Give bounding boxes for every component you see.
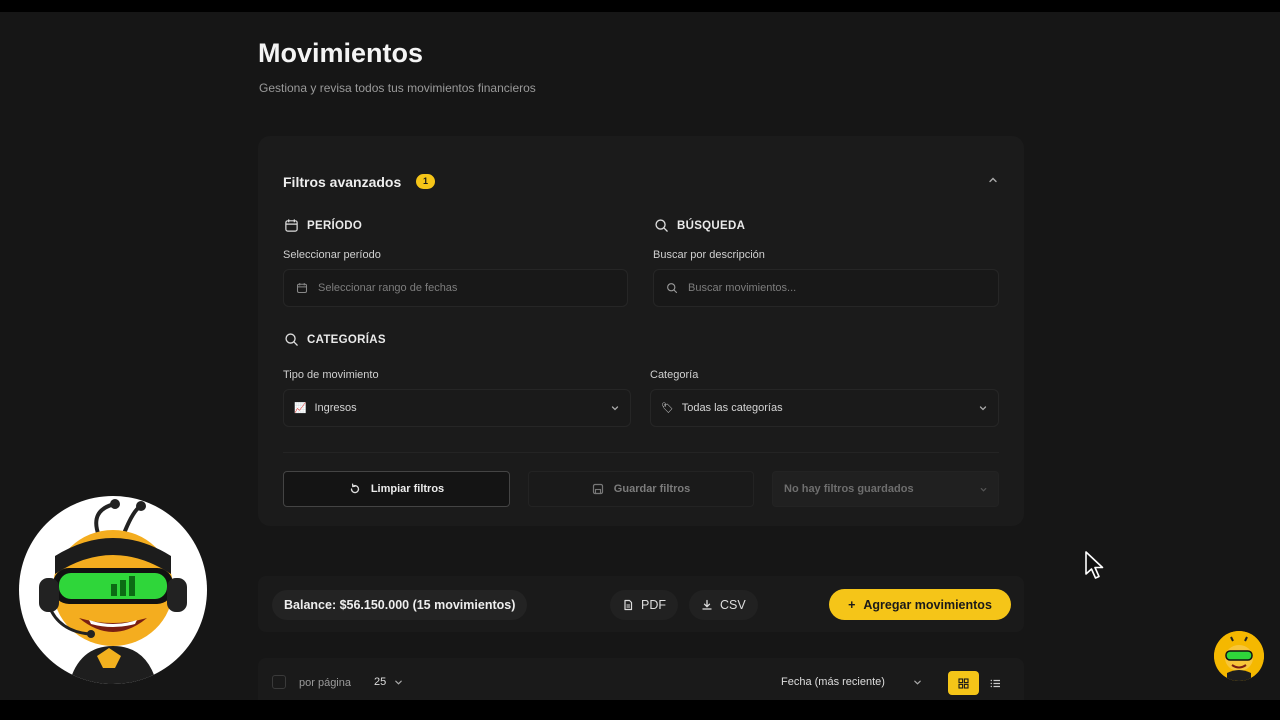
grid-view-button[interactable]	[948, 671, 979, 695]
movement-type-label: Tipo de movimiento	[283, 369, 379, 381]
clear-filters-label: Limpiar filtros	[370, 483, 445, 495]
period-section-heading: PERÍODO	[284, 218, 362, 233]
refresh-icon	[350, 483, 359, 494]
pdf-label: PDF	[641, 598, 666, 612]
per-page-label: por página	[299, 677, 351, 689]
search-icon	[667, 283, 678, 294]
category-select[interactable]: 🏷 Todas las categorías	[650, 389, 999, 427]
chart-increasing-icon: 📈	[294, 402, 307, 414]
download-icon	[702, 599, 712, 610]
chatbot-button[interactable]	[1214, 631, 1264, 681]
bee-mascot-icon	[39, 499, 187, 684]
chevron-down-icon	[611, 406, 619, 411]
period-heading-text: PERÍODO	[307, 219, 363, 232]
file-icon	[624, 599, 633, 611]
bee-mascot-avatar	[19, 496, 207, 684]
movement-type-select[interactable]: 📈 Ingresos	[283, 389, 631, 427]
save-filters-label: Guardar filtros	[613, 483, 691, 495]
select-all-checkbox[interactable]	[272, 675, 286, 689]
category-value: Todas las categorías	[681, 402, 783, 414]
app-window: Movimientos Gestiona y revisa todos tus …	[0, 12, 1280, 700]
search-icon	[655, 219, 668, 232]
bee-bot-icon	[1214, 631, 1264, 681]
list-icon	[990, 679, 1000, 687]
save-icon	[592, 483, 603, 495]
grid-icon	[958, 677, 969, 689]
label-tag-icon: 🏷	[661, 402, 674, 414]
save-filters-button[interactable]: Guardar filtros	[528, 471, 754, 507]
mouse-cursor-icon	[1085, 551, 1104, 579]
search-input[interactable]: Buscar movimientos...	[653, 269, 999, 307]
add-movement-label: Agregar movimientos	[863, 597, 992, 612]
search-placeholder: Buscar movimientos...	[688, 282, 797, 294]
chevron-down-icon	[979, 406, 987, 411]
chevron-down-icon	[914, 680, 921, 685]
chevron-down-icon	[980, 488, 987, 492]
date-range-placeholder: Seleccionar rango de fechas	[318, 282, 458, 294]
filters-title: Filtros avanzados	[283, 174, 402, 190]
page-title: Movimientos	[258, 38, 424, 68]
saved-filters-placeholder: No hay filtros guardados	[784, 483, 914, 495]
list-controls-bar: por página 25 Fecha (más reciente)	[258, 658, 1024, 700]
per-page-value: 25	[374, 676, 387, 688]
period-label: Seleccionar período	[283, 249, 381, 261]
search-icon	[285, 333, 298, 346]
sort-select[interactable]: Fecha (más reciente)	[781, 676, 922, 688]
chevron-down-icon	[395, 680, 403, 685]
categories-heading-text: CATEGORÍAS	[307, 333, 386, 346]
categories-section-heading: CATEGORÍAS	[284, 332, 386, 347]
csv-label: CSV	[720, 598, 746, 612]
advanced-filters-panel: Filtros avanzados 1 PERÍODO Seleccionar …	[258, 136, 1024, 526]
category-label: Categoría	[650, 369, 699, 381]
list-view-button[interactable]	[985, 671, 1005, 695]
saved-filters-select[interactable]: No hay filtros guardados	[772, 471, 999, 507]
calendar-icon	[285, 219, 298, 232]
add-movement-button[interactable]: + Agregar movimientos	[829, 589, 1011, 620]
search-section-heading: BÚSQUEDA	[654, 218, 745, 233]
calendar-icon	[296, 283, 308, 294]
filters-count-badge: 1	[416, 174, 435, 189]
movements-toolbar: Balance: $56.150.000 (15 movimientos) PD…	[258, 576, 1024, 632]
sort-value: Fecha (más reciente)	[781, 676, 885, 688]
chevron-up-icon[interactable]	[987, 174, 999, 186]
date-range-input[interactable]: Seleccionar rango de fechas	[283, 269, 628, 307]
export-pdf-button[interactable]: PDF	[610, 590, 678, 620]
filters-divider	[283, 452, 999, 453]
clear-filters-button[interactable]: Limpiar filtros	[283, 471, 510, 507]
page-subtitle: Gestiona y revisa todos tus movimientos …	[259, 81, 536, 95]
search-label: Buscar por descripción	[653, 249, 765, 261]
movement-type-value: Ingresos	[314, 402, 357, 414]
per-page-select[interactable]: 25	[374, 676, 403, 688]
plus-icon: +	[848, 597, 856, 612]
export-csv-button[interactable]: CSV	[689, 590, 758, 620]
search-heading-text: BÚSQUEDA	[677, 219, 746, 232]
balance-pill: Balance: $56.150.000 (15 movimientos)	[272, 590, 528, 620]
